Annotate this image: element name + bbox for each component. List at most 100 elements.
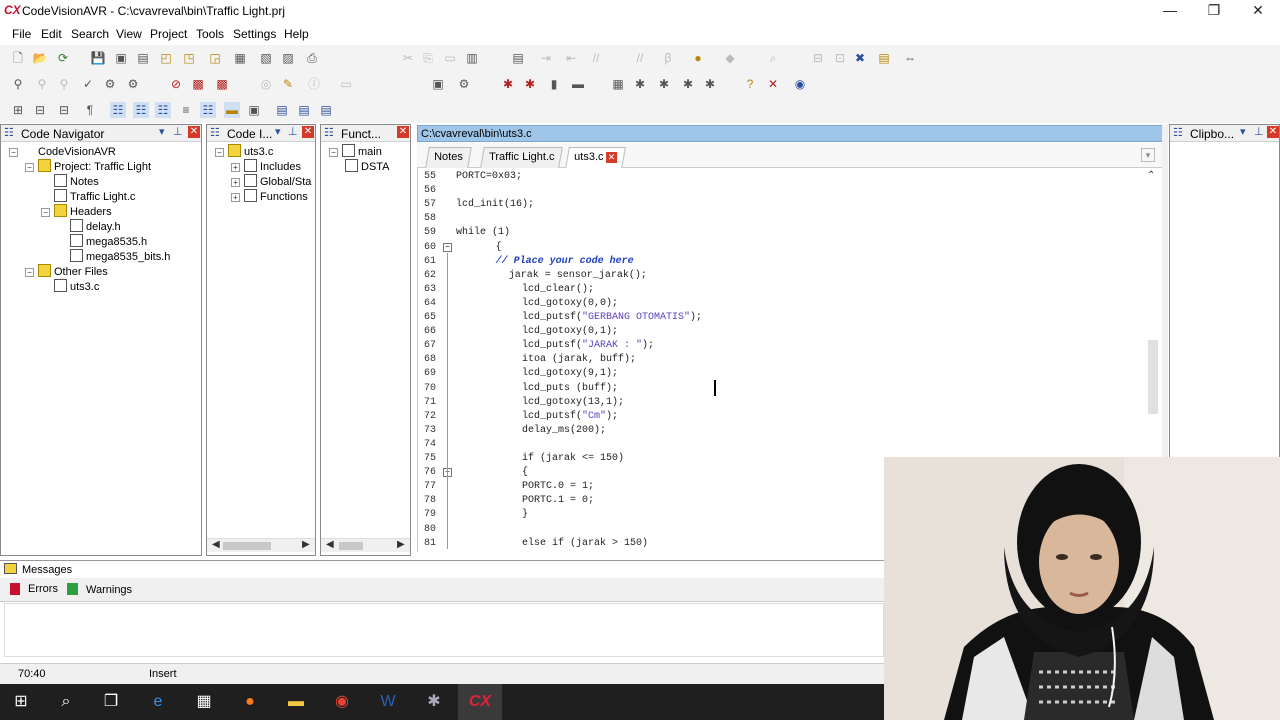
scroll-thumb[interactable] — [1148, 340, 1158, 414]
codevision-icon[interactable]: CX — [464, 690, 496, 714]
expand-collapse-icon[interactable]: + — [231, 193, 240, 202]
codeinfo-item[interactable]: + Functions — [231, 189, 308, 203]
maximize-button[interactable]: ❐ — [1192, 0, 1236, 22]
expand-collapse-icon[interactable]: − — [215, 148, 224, 157]
pilcrow-icon[interactable]: ¶ — [82, 102, 98, 118]
menu-project[interactable]: Project — [150, 27, 187, 41]
open-proj2-icon[interactable]: ▭ — [338, 76, 354, 92]
build-icon[interactable]: ⚙ — [125, 76, 141, 92]
run-icon[interactable]: ◎ — [258, 76, 274, 92]
nav2-icon[interactable]: ⊟ — [32, 102, 48, 118]
tool4-icon[interactable]: ✱ — [702, 76, 718, 92]
tab-notes[interactable]: Notes — [425, 147, 472, 168]
debugger-icon[interactable]: ✎ — [280, 76, 296, 92]
calc-icon[interactable]: ▦ — [610, 76, 626, 92]
windows-icon[interactable]: ⊞ — [5, 690, 37, 714]
file-explorer-icon[interactable]: ▬ — [280, 690, 312, 714]
pin-icon[interactable]: ⊥ — [173, 125, 183, 138]
edge-icon[interactable]: e — [142, 690, 174, 714]
tab-uts3[interactable]: uts3.c ✕ — [565, 147, 627, 169]
settings-icon[interactable]: ⚙ — [456, 76, 472, 92]
bookmark-icon[interactable]: ● — [690, 50, 706, 66]
tool-icon[interactable]: ✱ — [632, 76, 648, 92]
window2-icon[interactable]: ▤ — [296, 102, 312, 118]
save-all-icon[interactable]: ▣ — [113, 50, 129, 66]
close-button[interactable]: ✕ — [1236, 0, 1280, 22]
bug-icon[interactable]: ✱ — [500, 76, 516, 92]
function-toggle-icon[interactable]: ☷ — [155, 102, 171, 118]
info-icon[interactable]: ⓘ — [306, 76, 322, 92]
menu-view[interactable]: View — [116, 27, 142, 41]
navigator-item[interactable]: − Headers — [41, 204, 112, 218]
print-icon[interactable]: ⎙ — [304, 50, 320, 66]
programmer-icon[interactable]: ▩ — [214, 76, 230, 92]
minimize-button[interactable]: — — [1148, 0, 1192, 22]
panel-close-icon[interactable]: ✕ — [1267, 126, 1279, 138]
dropdown-icon[interactable]: ▾ — [275, 125, 281, 138]
expand-collapse-icon[interactable]: + — [231, 178, 240, 187]
binoculars-icon[interactable]: ⚲ — [10, 76, 26, 92]
scroll-left-icon[interactable]: ◀ — [326, 539, 334, 550]
wizard-icon[interactable]: ▣ — [430, 76, 446, 92]
list-icon[interactable]: ≡ — [178, 102, 194, 118]
window3-icon[interactable]: ▤ — [318, 102, 334, 118]
avr-icon[interactable]: ✱ — [418, 690, 450, 714]
navigator-item[interactable]: − Other Files — [25, 264, 108, 278]
navigator-item[interactable]: mega8535.h — [57, 234, 147, 248]
window-icon[interactable]: ▤ — [274, 102, 290, 118]
check-syntax-icon[interactable]: ✓ — [80, 76, 96, 92]
expand-collapse-icon[interactable]: − — [25, 163, 34, 172]
cvavr-toolbar-icon[interactable]: ✕ — [765, 76, 781, 92]
clipboard-toggle-icon[interactable]: ☷ — [200, 102, 216, 118]
terminal-icon[interactable]: ▬ — [570, 76, 586, 92]
tool3-icon[interactable]: ✱ — [680, 76, 696, 92]
cut-icon[interactable]: ✂ — [400, 50, 416, 66]
task-view-icon[interactable]: ❐ — [95, 690, 127, 714]
stop-icon[interactable]: ⊘ — [168, 76, 184, 92]
code-info-toggle-icon[interactable]: ☷ — [133, 102, 149, 118]
tab-traffic-light[interactable]: Traffic Light.c — [480, 147, 564, 168]
open-project-icon[interactable]: ◰ — [158, 50, 174, 66]
scroll-thumb[interactable] — [339, 542, 363, 550]
chip-icon[interactable]: ▮ — [546, 76, 562, 92]
panel-close-icon[interactable]: ✕ — [302, 126, 314, 138]
firefox-icon[interactable]: ● — [234, 690, 266, 714]
expand-collapse-icon[interactable]: + — [231, 163, 240, 172]
paste-icon[interactable]: ▭ — [442, 50, 458, 66]
close-file-icon[interactable]: ▤ — [135, 50, 151, 66]
nav3-icon[interactable]: ⊟ — [56, 102, 72, 118]
functions-hscroll[interactable]: ◀ ▶ — [321, 538, 410, 552]
navigator-item[interactable]: delay.h — [57, 219, 121, 233]
functions-item[interactable]: DSTA — [345, 159, 390, 173]
code-info-hscroll[interactable]: ◀ ▶ — [207, 538, 315, 552]
editor-options-icon[interactable]: ▤ — [876, 50, 892, 66]
functions-item[interactable]: − main — [329, 144, 382, 158]
compile-icon[interactable]: ⚙ — [102, 76, 118, 92]
scroll-left-icon[interactable]: ◀ — [212, 539, 220, 550]
menu-search[interactable]: Search — [71, 27, 109, 41]
replace-icon[interactable]: ⊡ — [832, 50, 848, 66]
output-icon[interactable]: ▣ — [246, 102, 262, 118]
dropdown-icon[interactable]: ▾ — [1240, 125, 1246, 138]
help-icon[interactable]: ? — [742, 76, 758, 92]
navigator-item[interactable]: − CodeVisionAVR — [9, 144, 116, 158]
find-icon[interactable]: ⌕ — [765, 50, 781, 66]
store-icon[interactable]: ▦ — [188, 690, 220, 714]
copy-icon[interactable]: ⎘ — [420, 50, 436, 66]
uncomment-icon[interactable]: // — [632, 50, 648, 66]
tab-warnings[interactable]: Warnings — [86, 584, 132, 596]
expand-collapse-icon[interactable]: − — [329, 148, 338, 157]
outdent-icon[interactable]: ⇤ — [563, 50, 579, 66]
fold-toggle-icon[interactable]: − — [443, 242, 452, 252]
indent-icon[interactable]: ⇥ — [538, 50, 554, 66]
search-icon[interactable]: ⌕ — [50, 690, 82, 714]
print-preview-icon[interactable]: ▧ — [258, 50, 274, 66]
expand-collapse-icon[interactable]: − — [41, 208, 50, 217]
navigator-item[interactable]: Traffic Light.c — [41, 189, 135, 203]
save-icon[interactable]: 💾 — [90, 50, 106, 66]
expand-collapse-icon[interactable]: − — [25, 268, 34, 277]
chip-programmer-icon[interactable]: ▩ — [190, 76, 206, 92]
code-navigator-toggle-icon[interactable]: ☷ — [110, 102, 126, 118]
find-in-files-icon[interactable]: ⚲ — [34, 76, 50, 92]
web-icon[interactable]: ◉ — [792, 76, 808, 92]
